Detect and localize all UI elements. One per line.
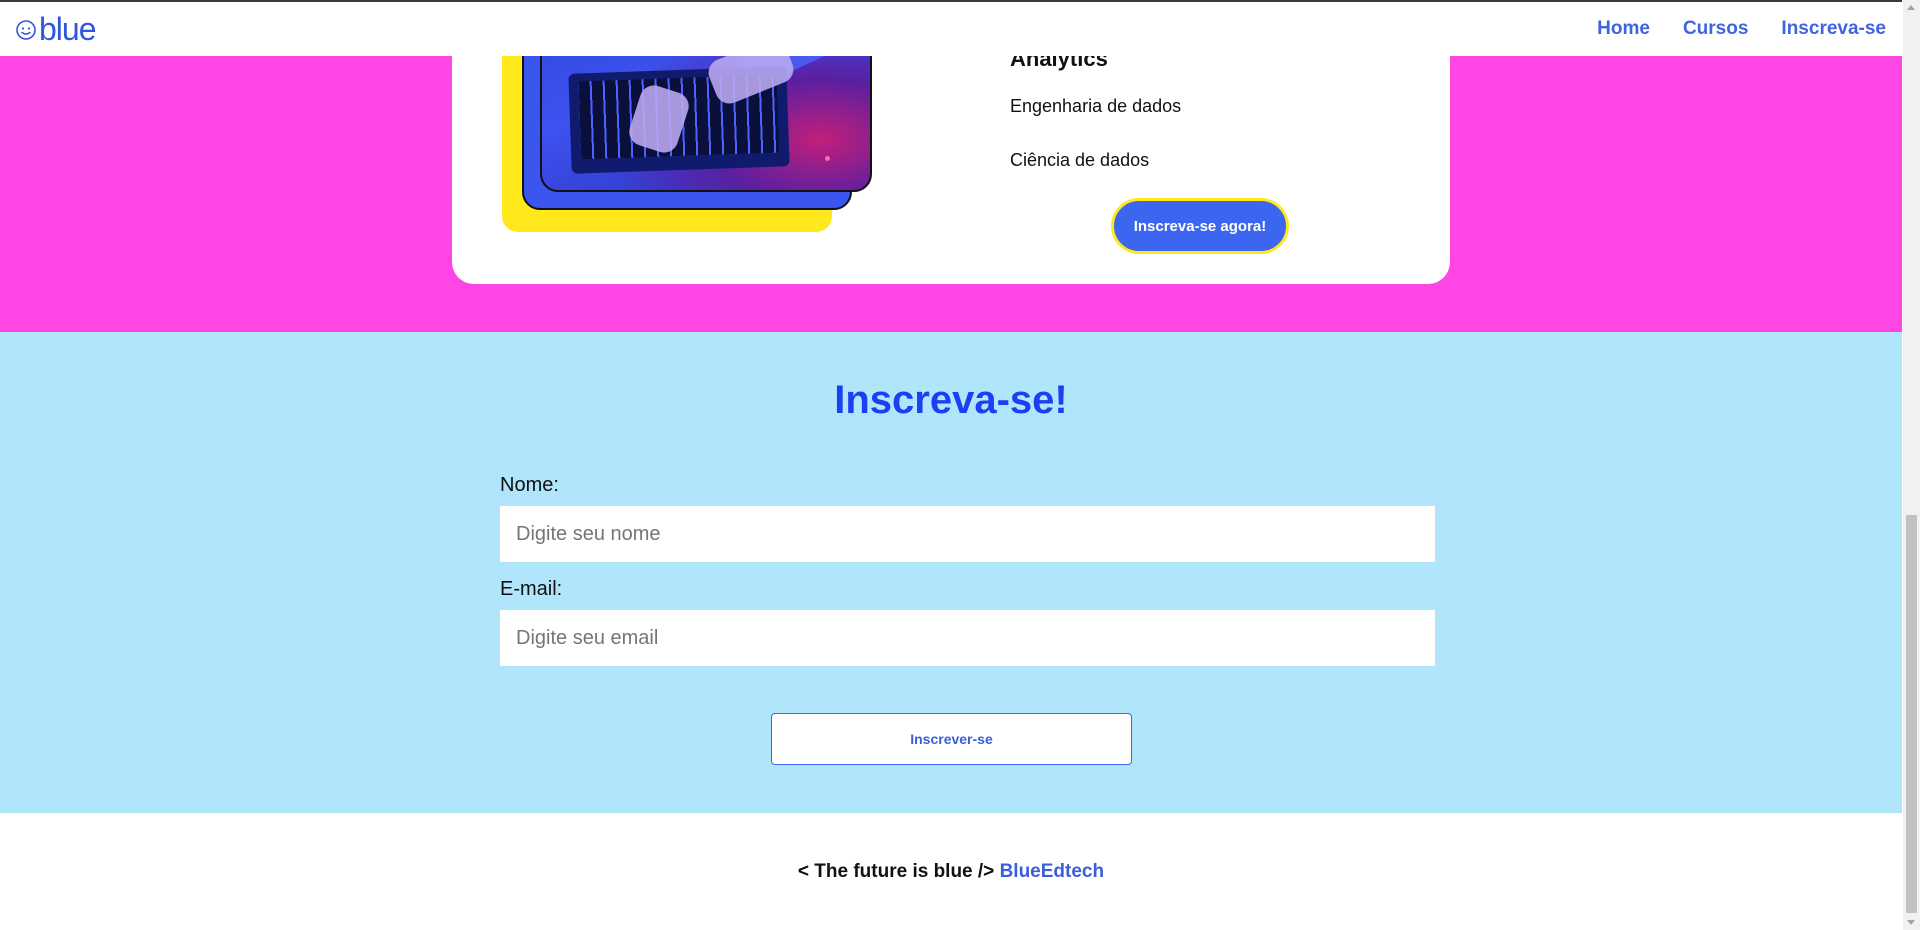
- name-label: Nome:: [500, 474, 559, 496]
- course-card: Analytics Engenharia de dados Ciência de…: [452, 56, 1450, 284]
- scroll-down-arrow-icon[interactable]: [1907, 920, 1915, 925]
- top-navbar: blue Home Cursos Inscreva-se: [0, 0, 1902, 56]
- signup-title: Inscreva-se!: [834, 378, 1068, 422]
- email-label: E-mail:: [500, 578, 563, 600]
- course-image: [502, 56, 882, 232]
- nav-link-cursos[interactable]: Cursos: [1683, 18, 1748, 40]
- name-input[interactable]: [500, 506, 1435, 562]
- nav-link-inscreva-se[interactable]: Inscreva-se: [1781, 18, 1886, 40]
- laptop-photo: [540, 56, 872, 192]
- nav-links: Home Cursos Inscreva-se: [1564, 18, 1886, 40]
- footer-tagline: < The future is blue />: [797, 861, 995, 882]
- enroll-now-button[interactable]: Inscreva-se agora!: [1111, 198, 1289, 254]
- signup-section: Inscreva-se! Nome: E-mail: Inscrever-se: [0, 332, 1902, 813]
- scroll-up-arrow-icon[interactable]: [1907, 5, 1915, 10]
- page-scrollbar[interactable]: [1903, 0, 1920, 930]
- courses-section: Analytics Engenharia de dados Ciência de…: [0, 56, 1902, 332]
- brand-logo-text: blue: [39, 11, 96, 47]
- footer-text: < The future is blue /> BlueEdtech: [0, 861, 1902, 883]
- brand-logo[interactable]: blue: [14, 13, 96, 45]
- nav-link-home[interactable]: Home: [1597, 18, 1650, 40]
- subscribe-button[interactable]: Inscrever-se: [771, 713, 1132, 765]
- course-title: Analytics: [1010, 56, 1108, 71]
- email-input[interactable]: [500, 610, 1435, 666]
- course-item: Ciência de dados: [1010, 150, 1150, 170]
- photo-led: [825, 156, 830, 161]
- smiley-circle-icon: [16, 20, 36, 40]
- scroll-thumb[interactable]: [1906, 515, 1917, 913]
- footer: < The future is blue /> BlueEdtech: [0, 813, 1902, 930]
- course-item: Engenharia de dados: [1010, 96, 1182, 116]
- footer-brand-link[interactable]: BlueEdtech: [1000, 861, 1105, 882]
